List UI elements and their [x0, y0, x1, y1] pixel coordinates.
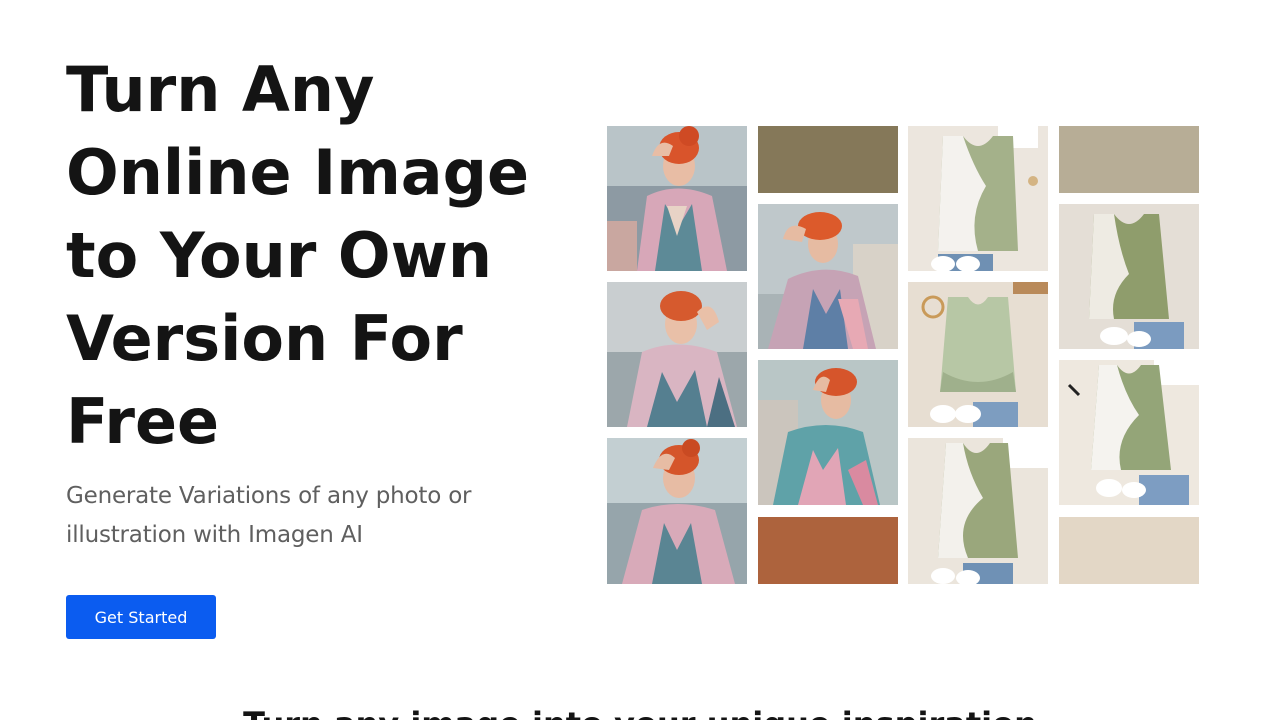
swatch-rust: [758, 517, 898, 584]
tank-top-photo-5: [1059, 360, 1199, 505]
tank-top-photo-3: [908, 438, 1048, 584]
tank-top-photo-2: [908, 282, 1048, 427]
tank-top-photo-4: [1059, 204, 1199, 349]
woman-photo-2: [607, 282, 747, 427]
swatch-taupe: [1059, 126, 1199, 193]
image-variations-collage: [607, 126, 1199, 584]
section-heading: Turn any image into your unique inspirat…: [0, 704, 1280, 720]
woman-photo-1: [607, 126, 747, 271]
landing-page: Turn Any Online Image to Your Own Versio…: [0, 0, 1280, 720]
hero-subtitle: Generate Variations of any photo or illu…: [66, 483, 472, 548]
tank-top-photo-1: [908, 126, 1048, 271]
swatch-cream: [1059, 517, 1199, 584]
woman-photo-4: [758, 204, 898, 349]
get-started-button[interactable]: Get Started: [66, 595, 216, 639]
woman-photo-5: [758, 360, 898, 505]
hero-title: Turn Any Online Image to Your Own Versio…: [66, 53, 530, 458]
woman-photo-3: [607, 438, 747, 584]
swatch-olive: [758, 126, 898, 193]
